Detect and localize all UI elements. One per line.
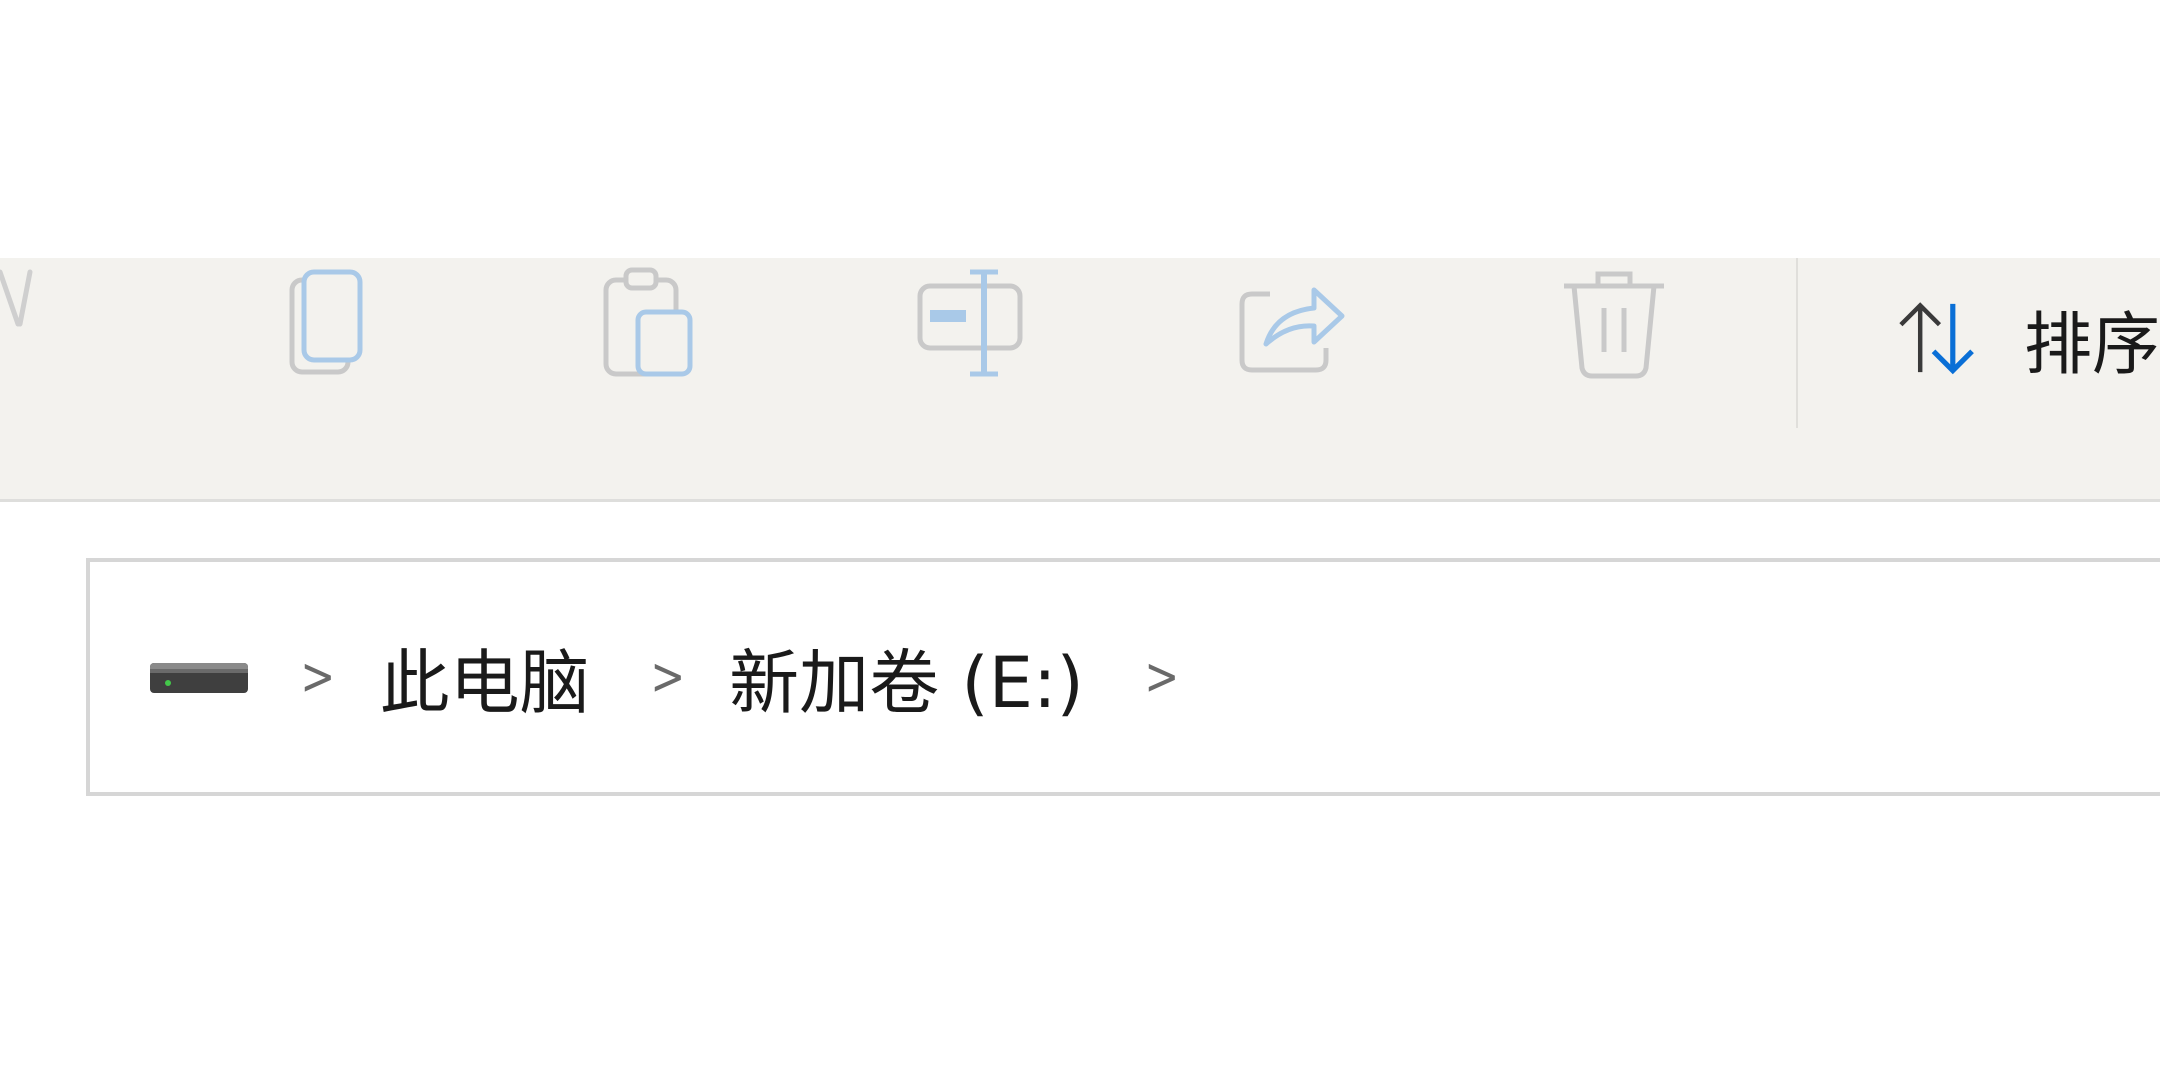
delete-button[interactable] [1514,258,1714,499]
window-top-area [0,0,2160,258]
address-bar[interactable]: > 此电脑 > 新加卷 (E:) > [86,558,2160,796]
sort-label: 排序 [2023,305,2160,385]
paste-icon [603,267,693,377]
cut-icon [0,269,33,327]
share-icon [1239,287,1345,373]
command-bar: 排序 [0,258,2160,502]
rename-button[interactable] [870,258,1070,499]
copy-icon [289,269,363,375]
breadcrumb-chevron-icon[interactable]: > [650,647,685,707]
delete-icon [1564,271,1664,379]
breadcrumb: > 此电脑 > 新加卷 (E:) > [150,562,1223,792]
content-area [0,796,2160,1080]
sort-arrows-icon [1899,302,1974,375]
sort-button[interactable]: 排序 [1895,258,2160,418]
breadcrumb-chevron-icon[interactable]: > [300,647,335,707]
rename-icon [917,269,1023,377]
breadcrumb-chevron-icon[interactable]: > [1144,647,1179,707]
share-button[interactable] [1190,258,1390,499]
drive-icon[interactable] [150,657,248,697]
breadcrumb-this-pc[interactable]: 此电脑 [380,627,590,728]
toolbar-separator [1796,258,1798,428]
cut-button[interactable] [0,258,80,499]
paste-button[interactable] [546,258,746,499]
breadcrumb-volume-e[interactable]: 新加卷 (E:) [729,627,1084,728]
copy-button[interactable] [222,258,422,499]
